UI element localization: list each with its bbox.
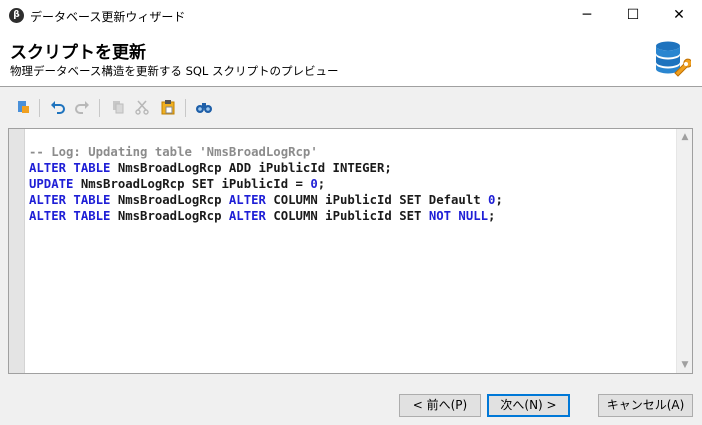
sql-text: COLUMN iPublicId SET Default — [265, 193, 489, 207]
import-icon[interactable] — [12, 96, 34, 118]
close-button[interactable]: ✕ — [656, 0, 702, 31]
sql-keyword: ALTER TABLE — [29, 193, 111, 207]
sql-text: NmsBroadLogRcp SET iPublicId = — [73, 177, 311, 191]
scroll-down-icon[interactable]: ▼ — [677, 357, 693, 373]
code-line: ALTER TABLE NmsBroadLogRcp ALTER COLUMN … — [29, 192, 503, 208]
sql-editor[interactable]: -- Log: Updating table 'NmsBroadLogRcp' A… — [8, 128, 693, 374]
back-button[interactable]: < 前へ(P) — [399, 394, 481, 417]
vertical-scrollbar[interactable]: ▲ ▼ — [676, 129, 692, 373]
sql-keyword: NOT NULL — [428, 209, 489, 223]
editor-toolbar — [8, 94, 693, 122]
database-wrench-icon — [656, 41, 691, 77]
wizard-header: スクリプトを更新 物理データベース構造を更新する SQL スクリプトのプレビュー — [0, 31, 702, 86]
header-divider — [0, 86, 702, 87]
sql-text: ; — [317, 177, 326, 191]
sql-text: NmsBroadLogRcp — [110, 193, 229, 207]
minimize-button[interactable]: ─ — [564, 0, 610, 31]
sql-keyword: ALTER TABLE — [29, 209, 111, 223]
sql-script-text[interactable]: -- Log: Updating table 'NmsBroadLogRcp' A… — [29, 144, 503, 224]
sql-keyword: UPDATE — [29, 177, 74, 191]
next-button[interactable]: 次へ(N) > — [487, 394, 570, 417]
sql-comment: -- Log: Updating table 'NmsBroadLogRcp' — [29, 145, 318, 159]
sql-text: NmsBroadLogRcp — [110, 209, 229, 223]
page-subtitle: 物理データベース構造を更新する SQL スクリプトのプレビュー — [10, 64, 339, 78]
copy-icon[interactable] — [107, 96, 129, 118]
app-icon: β — [9, 8, 24, 23]
cut-icon[interactable] — [131, 96, 153, 118]
sql-keyword: 0 — [310, 177, 318, 191]
editor-gutter — [9, 129, 25, 373]
sql-text: ; — [495, 193, 503, 207]
toolbar-separator — [39, 99, 40, 117]
sql-keyword: ALTER TABLE — [29, 161, 111, 175]
cancel-button[interactable]: キャンセル(A) — [598, 394, 693, 417]
sql-text: ; — [488, 209, 496, 223]
scroll-up-icon[interactable]: ▲ — [677, 129, 693, 145]
paste-icon[interactable] — [157, 96, 179, 118]
code-line: UPDATE NmsBroadLogRcp SET iPublicId = 0; — [29, 176, 503, 192]
window-title: データベース更新ウィザード — [30, 10, 186, 24]
sql-text: COLUMN iPublicId SET — [265, 209, 429, 223]
undo-icon[interactable] — [47, 96, 69, 118]
find-binoculars-icon[interactable] — [193, 96, 215, 118]
code-line: ALTER TABLE NmsBroadLogRcp ALTER COLUMN … — [29, 208, 503, 224]
sql-text: NmsBroadLogRcp ADD iPublicId INTEGER; — [110, 161, 392, 175]
sql-keyword: ALTER — [228, 209, 266, 223]
page-title: スクリプトを更新 — [10, 43, 146, 63]
code-line: -- Log: Updating table 'NmsBroadLogRcp' — [29, 144, 503, 160]
maximize-button[interactable]: ☐ — [610, 0, 656, 31]
toolbar-separator — [99, 99, 100, 117]
sql-keyword: ALTER — [228, 193, 266, 207]
redo-icon[interactable] — [71, 96, 93, 118]
toolbar-separator — [185, 99, 186, 117]
title-bar: β データベース更新ウィザード ─ ☐ ✕ — [0, 0, 702, 31]
code-line: ALTER TABLE NmsBroadLogRcp ADD iPublicId… — [29, 160, 503, 176]
